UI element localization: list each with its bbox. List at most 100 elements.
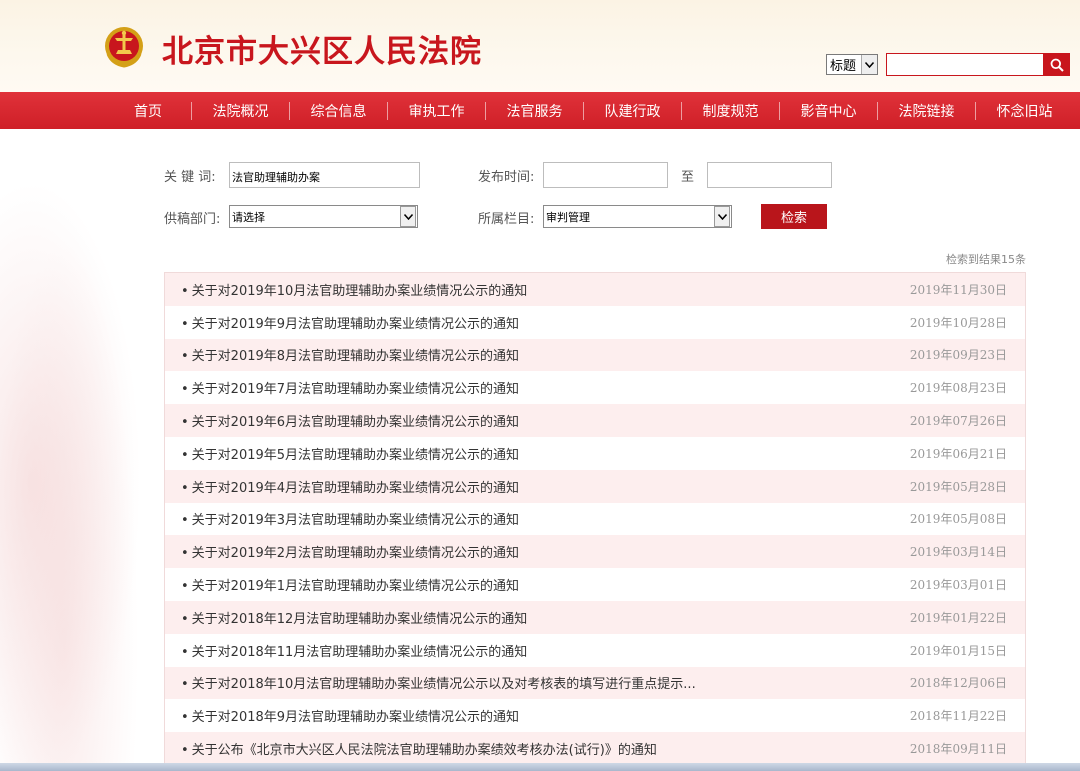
result-date: 2019年08月23日 [909, 381, 1007, 396]
court-emblem-icon [105, 27, 143, 68]
main-nav: 首页 法院概况 综合信息 审执工作 法官服务 队建行政 制度规范 影音中心 法院链接 怀念旧站 [0, 92, 1080, 129]
site-title: 北京市大兴区人民法院 [162, 34, 482, 70]
result-title-link[interactable]: • 关于对2019年8月法官助理辅助办案业绩情况公示的通知 [181, 345, 519, 364]
site-header: 北京市大兴区人民法院 标题 [0, 0, 1080, 92]
result-count: 检索到结果15条 [946, 253, 1026, 266]
result-row: • 关于对2019年6月法官助理辅助办案业绩情况公示的通知 2019年07月26日 [165, 404, 1025, 437]
bullet-icon: • [181, 743, 189, 759]
result-title-link[interactable]: • 关于公布《北京市大兴区人民法院法官助理辅助办案绩效考核办法(试行)》的通知 [181, 739, 657, 758]
search-button[interactable] [1044, 53, 1070, 76]
result-date: 2019年10月28日 [909, 315, 1007, 330]
search-input[interactable] [886, 53, 1044, 76]
result-title-text: 关于对2019年5月法官助理辅助办案业绩情况公示的通知 [191, 447, 520, 463]
result-title-text: 关于对2019年10月法官助理辅助办案业绩情况公示的通知 [191, 283, 528, 299]
result-title-link[interactable]: • 关于对2019年4月法官助理辅助办案业绩情况公示的通知 [181, 477, 519, 496]
result-list: • 关于对2019年10月法官助理辅助办案业绩情况公示的通知 2019年11月30日… [164, 272, 1026, 771]
result-title-link[interactable]: • 关于对2019年1月法官助理辅助办案业绩情况公示的通知 [181, 575, 519, 594]
column-select-value: 审判管理 [546, 211, 590, 224]
result-title-text: 关于对2019年6月法官助理辅助办案业绩情况公示的通知 [191, 415, 520, 431]
result-date: 2019年07月26日 [909, 414, 1007, 429]
result-row: • 关于对2018年10月法官助理辅助办案业绩情况公示以及对考核表的填写进行重点提… [165, 666, 1025, 700]
result-date: 2019年01月22日 [909, 610, 1007, 625]
result-row: • 关于对2018年12月法官助理辅助办案业绩情况公示的通知 2019年01月22日 [165, 600, 1025, 634]
result-date: 2018年11月22日 [909, 709, 1007, 724]
bullet-icon: • [181, 415, 189, 431]
result-title-text: 关于对2019年4月法官助理辅助办案业绩情况公示的通知 [191, 480, 520, 496]
result-title-link[interactable]: • 关于对2019年5月法官助理辅助办案业绩情况公示的通知 [181, 444, 519, 463]
nav-item[interactable]: 首页 [122, 101, 191, 121]
result-row: • 关于对2018年11月法官助理辅助办案业绩情况公示的通知 2019年01月15日 [165, 633, 1025, 667]
result-title-link[interactable]: • 关于对2018年12月法官助理辅助办案业绩情况公示的通知 [181, 608, 527, 627]
nav-item[interactable]: 法院链接 [878, 101, 975, 121]
bullet-icon: • [181, 283, 189, 299]
dept-label: 供稿部门: [164, 212, 221, 227]
result-row: • 关于对2019年5月法官助理辅助办案业绩情况公示的通知 2019年06月21日 [165, 436, 1025, 470]
result-title-link[interactable]: • 关于对2019年2月法官助理辅助办案业绩情况公示的通知 [181, 542, 519, 561]
bullet-icon: • [181, 513, 189, 529]
bullet-icon: • [181, 480, 189, 496]
nav-item[interactable]: 怀念旧站 [976, 101, 1073, 121]
column-label: 所属栏目: [478, 212, 535, 227]
result-date: 2019年03月01日 [909, 578, 1007, 593]
result-row: • 关于对2019年8月法官助理辅助办案业绩情况公示的通知 2019年09月23日 [165, 338, 1025, 372]
result-row: • 关于对2019年1月法官助理辅助办案业绩情况公示的通知 2019年03月01日 [165, 568, 1025, 601]
bullet-icon: • [181, 546, 189, 562]
dept-select[interactable]: 请选择 [229, 205, 418, 228]
keyword-input[interactable]: 法官助理辅助办案 [229, 162, 420, 188]
bullet-icon: • [181, 644, 189, 660]
chevron-down-icon [714, 206, 730, 227]
date-from-input[interactable] [543, 162, 668, 188]
result-date: 2018年12月06日 [909, 676, 1007, 691]
result-title-text: 关于对2018年10月法官助理辅助办案业绩情况公示以及对考核表的填写进行重点提示… [191, 677, 696, 693]
bullet-icon: • [181, 611, 189, 627]
chevron-down-icon [400, 206, 416, 227]
nav-item[interactable]: 法院概况 [192, 101, 289, 121]
keyword-label: 关 键 词: [164, 170, 216, 185]
result-title-text: 关于对2019年3月法官助理辅助办案业绩情况公示的通知 [191, 513, 520, 529]
result-title-text: 关于对2019年8月法官助理辅助办案业绩情况公示的通知 [191, 349, 520, 365]
result-title-text: 关于对2019年9月法官助理辅助办案业绩情况公示的通知 [191, 316, 520, 332]
result-title-text: 关于对2018年11月法官助理辅助办案业绩情况公示的通知 [191, 644, 528, 660]
nav-item[interactable]: 队建行政 [584, 101, 681, 121]
nav-item[interactable]: 法官服务 [486, 101, 583, 121]
result-date: 2019年01月15日 [909, 643, 1007, 658]
os-taskbar [0, 763, 1080, 771]
result-title-link[interactable]: • 关于对2018年11月法官助理辅助办案业绩情况公示的通知 [181, 641, 527, 660]
bullet-icon: • [181, 447, 189, 463]
result-title-link[interactable]: • 关于对2019年3月法官助理辅助办案业绩情况公示的通知 [181, 509, 519, 528]
result-title-link[interactable]: • 关于对2018年10月法官助理辅助办案业绩情况公示以及对考核表的填写进行重点提… [181, 673, 696, 692]
result-title-link[interactable]: • 关于对2019年6月法官助理辅助办案业绩情况公示的通知 [181, 411, 519, 430]
date-label: 发布时间: [478, 170, 535, 185]
date-to-label: 至 [681, 170, 695, 185]
date-to-input[interactable] [707, 162, 832, 188]
result-title-link[interactable]: • 关于对2018年9月法官助理辅助办案业绩情况公示的通知 [181, 706, 519, 725]
search-field-value: 标题 [830, 59, 857, 74]
nav-item[interactable]: 制度规范 [682, 101, 779, 121]
result-date: 2019年06月21日 [909, 446, 1007, 461]
result-title-text: 关于对2019年2月法官助理辅助办案业绩情况公示的通知 [191, 546, 520, 562]
result-title-text: 关于对2019年7月法官助理辅助办案业绩情况公示的通知 [191, 382, 520, 398]
result-date: 2019年05月28日 [909, 479, 1007, 494]
result-date: 2018年09月11日 [909, 742, 1007, 757]
bullet-icon: • [181, 382, 189, 398]
submit-search-button[interactable]: 检索 [761, 204, 827, 229]
nav-item[interactable]: 影音中心 [780, 101, 877, 121]
result-date: 2019年11月30日 [909, 282, 1007, 297]
search-field-select[interactable]: 标题 [826, 54, 878, 75]
result-title-link[interactable]: • 关于对2019年9月法官助理辅助办案业绩情况公示的通知 [181, 313, 519, 332]
result-row: • 关于对2019年2月法官助理辅助办案业绩情况公示的通知 2019年03月14日 [165, 535, 1025, 569]
result-date: 2019年05月08日 [909, 512, 1007, 527]
result-title-text: 关于公布《北京市大兴区人民法院法官助理辅助办案绩效考核办法(试行)》的通知 [191, 743, 657, 759]
bullet-icon: • [181, 710, 189, 726]
result-title-link[interactable]: • 关于对2019年10月法官助理辅助办案业绩情况公示的通知 [181, 280, 527, 299]
result-row: • 关于对2019年7月法官助理辅助办案业绩情况公示的通知 2019年08月23日 [165, 371, 1025, 405]
result-row: • 关于对2019年10月法官助理辅助办案业绩情况公示的通知 2019年11月30日 [165, 273, 1025, 306]
column-select[interactable]: 审判管理 [543, 205, 732, 228]
bullet-icon: • [181, 316, 189, 332]
decorative-background [0, 129, 160, 771]
result-title-link[interactable]: • 关于对2019年7月法官助理辅助办案业绩情况公示的通知 [181, 378, 519, 397]
result-title-text: 关于对2018年9月法官助理辅助办案业绩情况公示的通知 [191, 710, 520, 726]
nav-item[interactable]: 审执工作 [388, 101, 485, 121]
dept-select-value: 请选择 [232, 211, 265, 224]
nav-item[interactable]: 综合信息 [290, 101, 387, 121]
